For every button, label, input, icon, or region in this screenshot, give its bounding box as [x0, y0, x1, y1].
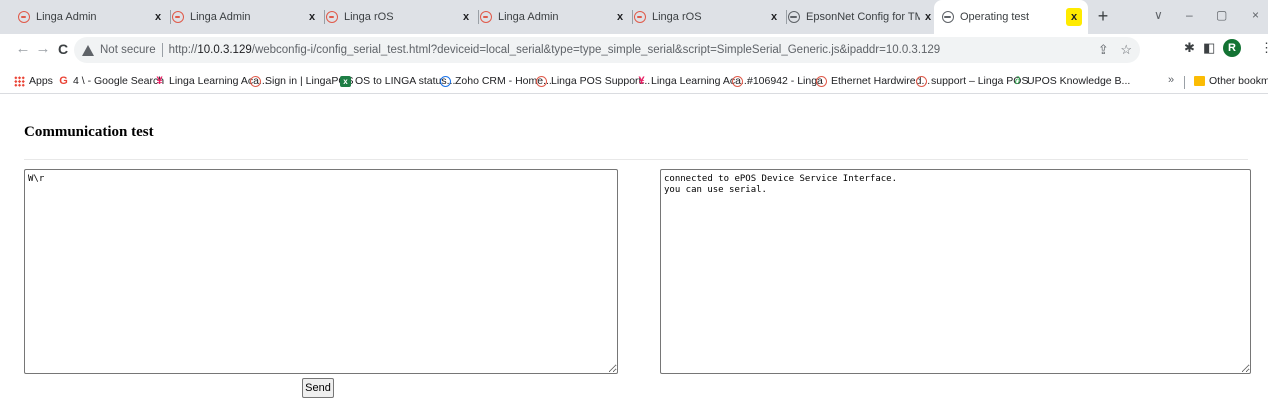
tab-linga-admin-3[interactable]: Linga Admin x [472, 6, 633, 28]
tab-title: Linga Admin [498, 11, 559, 23]
bookmark-os-to-linga[interactable]: x OS to LINGA status... [340, 75, 455, 87]
tab-epsonnet-config[interactable]: EpsonNet Config for TM-i x [780, 6, 940, 28]
linga-icon [18, 11, 30, 23]
back-button[interactable]: ← [14, 40, 32, 58]
bookmark-apps[interactable]: Apps [14, 75, 53, 87]
bookmarks-overflow-button[interactable]: » [1168, 74, 1174, 86]
apps-icon [14, 75, 25, 87]
close-window-icon[interactable]: × [1252, 8, 1259, 22]
tab-search-chevron-icon[interactable]: ∨ [1154, 8, 1163, 22]
side-panel-icon[interactable]: ◧ [1203, 40, 1215, 56]
tab-title: Linga Admin [36, 11, 97, 23]
browser-toolbar: ← → C Not secure http://10.0.3.129/webco… [0, 34, 1268, 66]
receive-data-textarea[interactable]: connected to ePOS Device Service Interfa… [660, 169, 1251, 374]
security-status[interactable]: Not secure [100, 44, 156, 56]
bookmark-upos-knowledge[interactable]: ∂ UPOS Knowledge B... [1012, 74, 1131, 87]
linga-icon [480, 11, 492, 23]
zoho-icon [440, 75, 451, 87]
linga-icon [634, 11, 646, 23]
tab-linga-ros-1[interactable]: Linga rOS x [318, 6, 479, 28]
linga-icon [916, 75, 927, 87]
tab-linga-admin-1[interactable]: Linga Admin x [10, 6, 171, 28]
tab-title: Linga rOS [344, 11, 394, 23]
doc-icon: ∂ [1014, 74, 1021, 87]
excel-icon: x [340, 75, 351, 87]
tab-title: Linga Admin [190, 11, 251, 23]
bookmarks-bar: Apps G4 \ - Google Search ¥ Linga Learnin… [0, 70, 1268, 94]
tab-linga-admin-2[interactable]: Linga Admin x [164, 6, 325, 28]
other-bookmarks-folder[interactable]: Other bookmar [1194, 75, 1268, 87]
bookmark-ethernet-hardwired[interactable]: Ethernet Hardwired... [816, 75, 930, 87]
linga-icon [172, 11, 184, 23]
globe-icon [788, 11, 800, 23]
linga-icon [732, 75, 743, 87]
page-title: Communication test [24, 124, 154, 140]
tab-linga-ros-2[interactable]: Linga rOS x [626, 6, 787, 28]
tab-operating-test[interactable]: Operating test x [934, 0, 1088, 34]
bookmark-google-search[interactable]: G4 \ - Google Search [58, 75, 164, 87]
google-icon: G [59, 74, 68, 87]
divider [24, 159, 1248, 160]
warning-icon [82, 44, 94, 56]
globe-icon [942, 11, 954, 23]
profile-avatar[interactable]: R [1223, 39, 1241, 57]
folder-icon [1194, 76, 1205, 86]
tab-title: Operating test [960, 11, 1030, 23]
send-data-textarea[interactable]: W\r [24, 169, 618, 374]
tab-title: Linga rOS [652, 11, 702, 23]
linga-icon [250, 75, 261, 87]
linga-icon [536, 75, 547, 87]
forward-button[interactable]: → [34, 40, 52, 58]
person-icon: ¥ [638, 74, 645, 87]
tab-close-button[interactable]: x [1066, 8, 1082, 26]
linga-icon [816, 75, 827, 87]
minimize-icon[interactable]: – [1186, 8, 1193, 22]
address-bar[interactable]: Not secure http://10.0.3.129/webconfig-i… [74, 37, 1140, 63]
extensions-icon[interactable]: ✱ [1184, 40, 1195, 56]
url-text[interactable]: http://10.0.3.129/webconfig-i/config_ser… [169, 44, 941, 56]
send-button[interactable]: Send [302, 378, 334, 398]
reload-button[interactable]: C [54, 40, 72, 58]
menu-icon[interactable]: ⋮ [1260, 40, 1268, 56]
bookmark-sign-in-lingapos[interactable]: Sign in | LingaPOS [250, 75, 354, 87]
person-icon: ¥ [156, 74, 163, 87]
linga-icon [326, 11, 338, 23]
tab-title: EpsonNet Config for TM-i [806, 11, 920, 23]
restore-icon[interactable]: ▢ [1216, 8, 1227, 22]
tab-strip: Linga Admin x Linga Admin x Linga rOS x … [0, 0, 1268, 34]
star-icon[interactable]: ☆ [1120, 42, 1132, 57]
new-tab-button[interactable]: + [1091, 7, 1115, 27]
bookmark-106942-linga[interactable]: #106942 - Linga [732, 75, 823, 87]
bookmark-linga-pos-support[interactable]: Linga POS Support... [536, 75, 650, 87]
share-icon[interactable]: ⇪ [1098, 42, 1109, 57]
